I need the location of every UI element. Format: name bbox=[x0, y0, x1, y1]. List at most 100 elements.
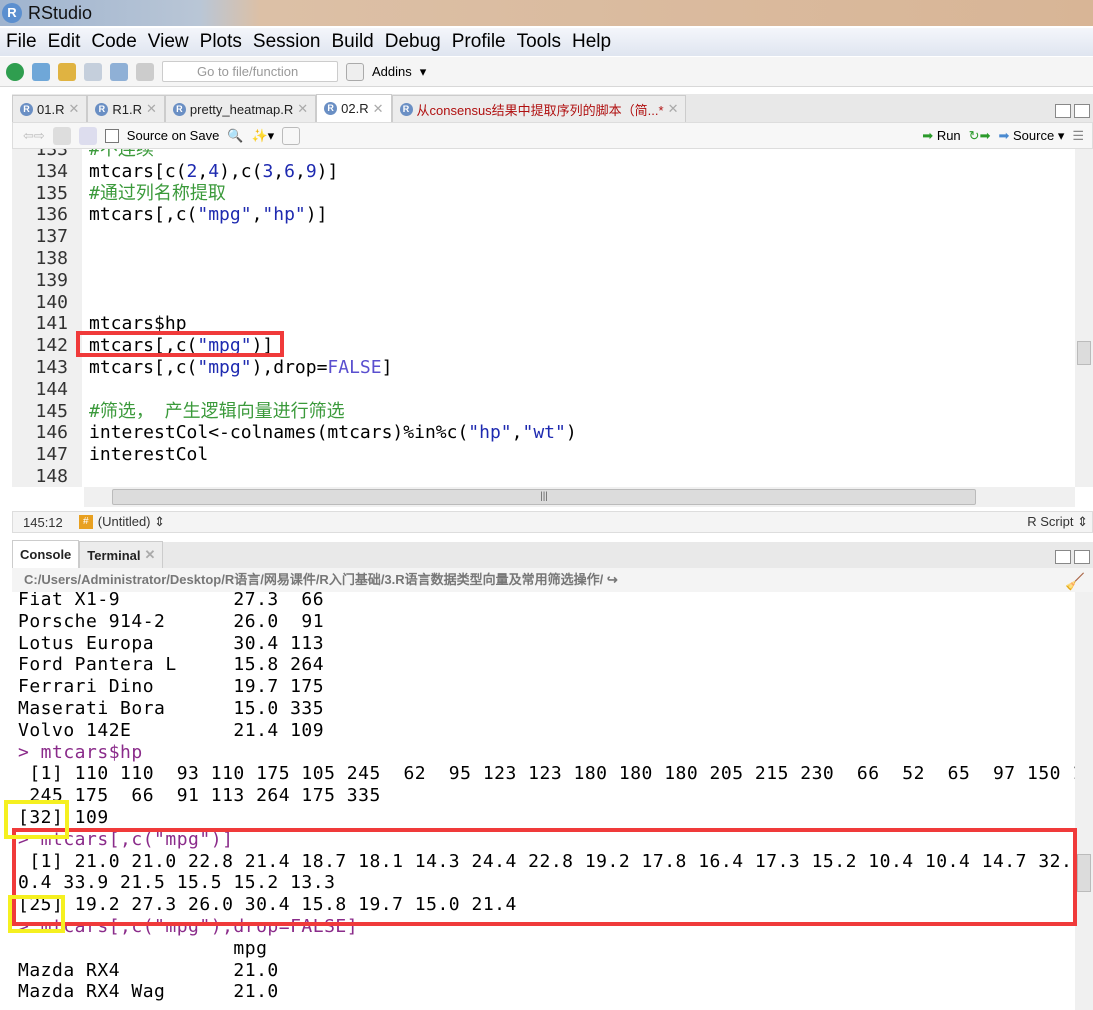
save-all-icon[interactable] bbox=[110, 62, 128, 81]
console-tab-terminal[interactable]: Terminal ✕ bbox=[79, 541, 164, 568]
new-project-icon[interactable] bbox=[32, 62, 50, 81]
code-line: 144 bbox=[12, 379, 1072, 401]
magic-wand-icon[interactable]: ✨▾ bbox=[252, 128, 275, 144]
menu-view[interactable]: View bbox=[148, 31, 189, 53]
code-line: 138 bbox=[12, 248, 1072, 270]
menu-debug[interactable]: Debug bbox=[385, 31, 441, 53]
minimize-icon[interactable] bbox=[1055, 104, 1071, 118]
code-line: 134 mtcars[c(2,4),c(3,6,9)] bbox=[12, 161, 1072, 183]
main-toolbar: Go to file/function Addins ▾ bbox=[0, 57, 1093, 87]
code-line: 137 bbox=[12, 226, 1072, 248]
document-outline-icon[interactable]: ☰ bbox=[1072, 128, 1084, 144]
menu-help[interactable]: Help bbox=[572, 31, 611, 53]
editor-horizontal-scrollbar[interactable]: ||| bbox=[84, 487, 1075, 507]
open-file-icon[interactable] bbox=[58, 62, 76, 81]
menu-session[interactable]: Session bbox=[253, 31, 321, 53]
code-line: 141 mtcars$hp bbox=[12, 313, 1072, 335]
clear-console-icon[interactable]: 🧹 bbox=[1065, 572, 1085, 592]
scrollbar-thumb[interactable] bbox=[1077, 341, 1091, 365]
code-token: interestCol bbox=[89, 444, 209, 466]
editor-vertical-scrollbar[interactable] bbox=[1075, 149, 1093, 487]
rerun-icon[interactable]: ↻➡ bbox=[969, 128, 991, 144]
menu-edit[interactable]: Edit bbox=[48, 31, 81, 53]
code-line: 133 #不连续 bbox=[12, 149, 1072, 161]
line-number: 142 bbox=[35, 335, 68, 357]
close-icon[interactable]: ✕ bbox=[297, 101, 308, 117]
code-line: 140 bbox=[12, 292, 1072, 314]
close-icon[interactable]: ✕ bbox=[668, 101, 679, 117]
code-token: , bbox=[294, 160, 306, 182]
print-icon[interactable] bbox=[136, 62, 154, 81]
addins-menu[interactable]: Addins bbox=[372, 64, 412, 79]
editor-tab[interactable]: Rpretty_heatmap.R ✕ bbox=[164, 95, 317, 122]
new-file-icon[interactable] bbox=[6, 62, 24, 81]
menu-file[interactable]: File bbox=[6, 31, 37, 53]
console-vertical-scrollbar[interactable] bbox=[1075, 592, 1093, 1010]
code-token: "mpg" bbox=[197, 204, 252, 226]
editor-pane-controls[interactable] bbox=[1055, 104, 1091, 120]
editor-tabs: R 01.R ✕ R R1.R ✕ Rpretty_heatmap.R ✕ R 02.R ✕ R 从co… bbox=[12, 94, 1093, 122]
line-number: 136 bbox=[35, 204, 68, 226]
code-token: #筛选， 产生逻辑向量进行筛选 bbox=[89, 400, 345, 422]
source-arrow-icon: ➡ bbox=[998, 127, 1010, 143]
menu-build[interactable]: Build bbox=[332, 31, 374, 53]
code-token: FALSE bbox=[327, 357, 382, 378]
menu-code[interactable]: Code bbox=[91, 31, 136, 53]
outline-icon[interactable] bbox=[282, 126, 301, 145]
save-icon[interactable] bbox=[84, 62, 102, 81]
console-output-line: Mazda RX4 Wag 21.0 bbox=[18, 981, 279, 1003]
cursor-position: 145:12 bbox=[23, 514, 63, 530]
go-to-file-input[interactable]: Go to file/function bbox=[162, 61, 338, 82]
chevron-down-icon[interactable]: ▾ bbox=[420, 64, 427, 80]
menu-profile[interactable]: Profile bbox=[452, 31, 506, 53]
code-token: 6 bbox=[284, 160, 295, 182]
console-tab-console[interactable]: Console bbox=[12, 540, 80, 568]
code-editor[interactable]: 133 #不连续 134 mtcars[c(2,4),c(3,6,9)] 135 #通过列… bbox=[12, 149, 1075, 487]
line-number: 143 bbox=[35, 357, 68, 378]
r-file-icon: R bbox=[20, 102, 33, 116]
go-to-directory-icon[interactable]: ↪ bbox=[607, 572, 618, 587]
console-output-line: 0.4 33.9 21.5 15.5 15.2 13.3 bbox=[18, 872, 336, 894]
editor-tab[interactable]: R 从consensus结果中提取序列的脚本（简...* ✕ bbox=[391, 95, 687, 122]
code-token: mtcars$hp bbox=[89, 313, 187, 335]
scope-selector[interactable]: (Untitled) ⇕ bbox=[98, 514, 165, 530]
code-line: 142 mtcars[,c("mpg")] bbox=[12, 335, 1072, 357]
source-button[interactable]: ➡ Source ▾ bbox=[998, 128, 1064, 144]
file-type-selector[interactable]: R Script ⇕ bbox=[1027, 514, 1088, 530]
code-token: "mpg" bbox=[197, 357, 252, 378]
code-token: )] bbox=[305, 204, 328, 226]
code-token: 2 bbox=[186, 160, 198, 182]
editor-tab[interactable]: R R1.R ✕ bbox=[87, 95, 165, 122]
code-token: mtcars[,c( bbox=[89, 357, 198, 378]
menu-plots[interactable]: Plots bbox=[200, 31, 242, 53]
search-icon[interactable]: 🔍 bbox=[227, 128, 243, 144]
close-icon[interactable]: ✕ bbox=[146, 101, 157, 117]
minimize-icon[interactable] bbox=[1055, 550, 1071, 564]
save-icon[interactable] bbox=[78, 126, 97, 145]
line-number: 147 bbox=[35, 444, 68, 466]
editor-tab[interactable]: R 01.R ✕ bbox=[12, 95, 88, 122]
close-icon[interactable]: ✕ bbox=[373, 101, 384, 117]
code-token: , bbox=[251, 204, 263, 226]
scrollbar-thumb[interactable] bbox=[1077, 854, 1091, 892]
close-icon[interactable]: ✕ bbox=[145, 547, 156, 563]
editor-tab[interactable]: R 02.R ✕ bbox=[316, 94, 392, 122]
editor-status-bar: 145:12 # (Untitled) ⇕ R Script ⇕ bbox=[12, 511, 1093, 533]
grid-layout-icon[interactable] bbox=[346, 62, 364, 81]
tab-label: 从consensus结果中提取序列的脚本（简...* bbox=[416, 102, 664, 118]
code-token: , bbox=[273, 160, 285, 182]
tab-label: Console bbox=[20, 547, 72, 562]
title-bar: R RStudio bbox=[0, 0, 1093, 26]
run-button[interactable]: ➡ Run bbox=[922, 128, 960, 144]
maximize-icon[interactable] bbox=[1074, 104, 1090, 118]
back-forward-icon[interactable]: ⇦⇨ bbox=[23, 128, 45, 144]
console-pane-controls[interactable] bbox=[1055, 550, 1091, 566]
console-output[interactable]: Fiat X1-9 27.3 66 Porsche 914-2 26.0 91 Lo… bbox=[12, 592, 1075, 1010]
source-on-save-checkbox[interactable] bbox=[104, 128, 119, 143]
show-in-window-icon[interactable] bbox=[52, 126, 71, 145]
scrollbar-thumb[interactable]: ||| bbox=[112, 489, 976, 505]
menu-tools[interactable]: Tools bbox=[517, 31, 561, 53]
line-number: 134 bbox=[35, 160, 68, 182]
close-icon[interactable]: ✕ bbox=[68, 101, 79, 117]
maximize-icon[interactable] bbox=[1074, 550, 1090, 564]
